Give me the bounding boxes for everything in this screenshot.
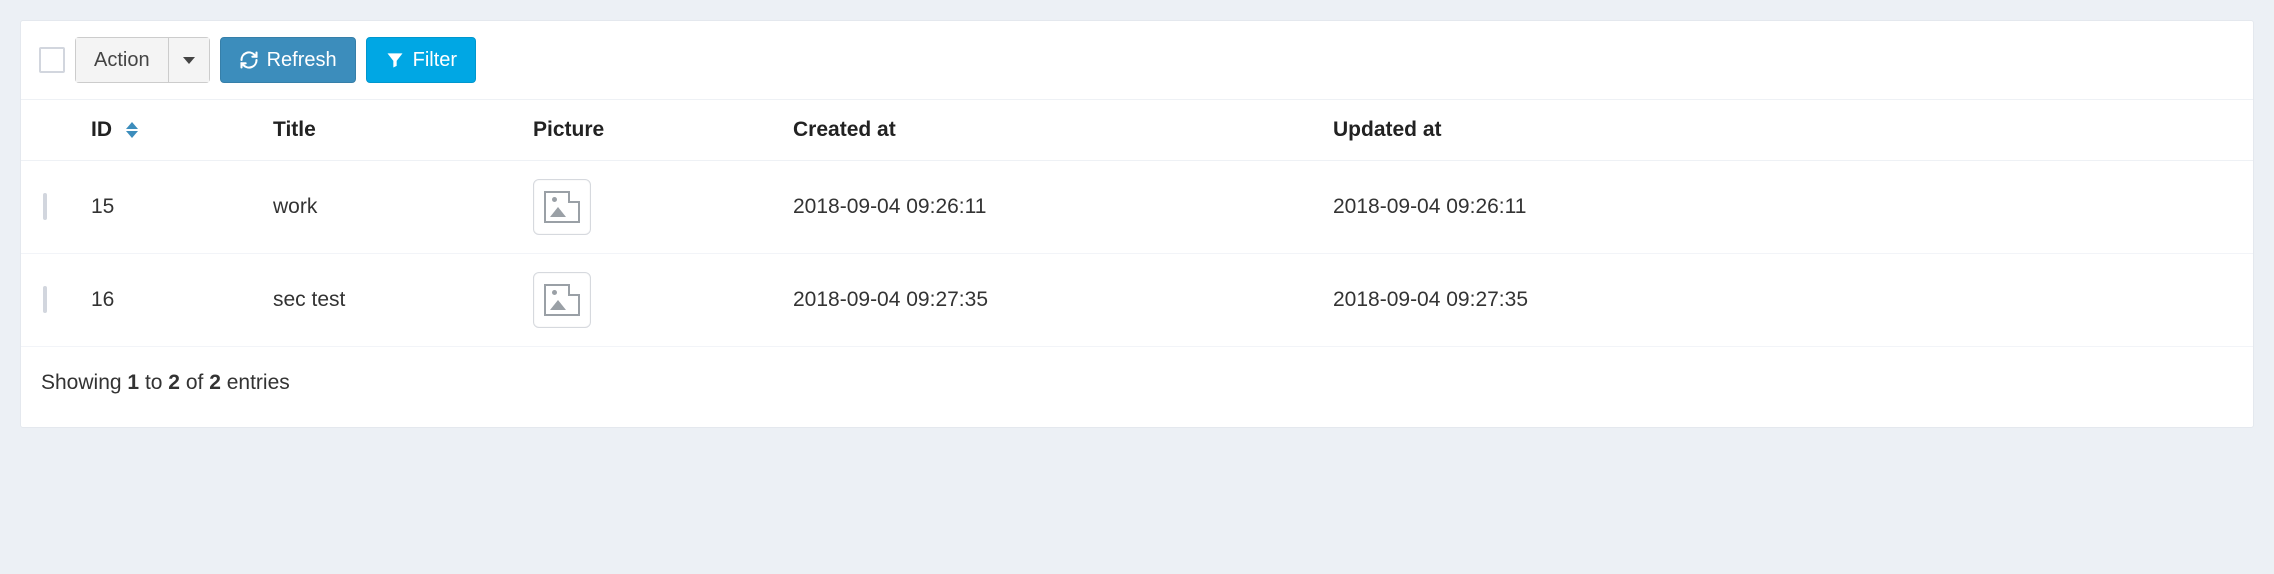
cell-created-at: 2018-09-04 09:26:11 — [781, 161, 1321, 254]
image-placeholder-icon — [544, 284, 580, 316]
funnel-icon — [385, 50, 405, 70]
action-caret-button[interactable] — [169, 37, 210, 83]
picture-thumbnail[interactable] — [533, 272, 591, 328]
refresh-icon — [239, 50, 259, 70]
data-panel: Action Refresh Filter — [20, 20, 2254, 428]
info-to-word: to — [145, 371, 163, 394]
action-label: Action — [94, 50, 150, 70]
cell-updated-at: 2018-09-04 09:27:35 — [1321, 254, 2253, 347]
col-header-id[interactable]: ID — [91, 100, 261, 161]
col-header-picture[interactable]: Picture — [521, 100, 781, 161]
filter-label: Filter — [413, 50, 457, 70]
info-suffix: entries — [227, 371, 290, 394]
cell-id: 15 — [91, 161, 261, 254]
sort-icon — [126, 122, 138, 138]
cell-title: sec test — [261, 254, 521, 347]
select-all-checkbox[interactable] — [39, 47, 65, 73]
col-header-title-label: Title — [273, 118, 316, 141]
col-header-picture-label: Picture — [533, 118, 604, 141]
info-of-word: of — [186, 371, 204, 394]
col-header-created[interactable]: Created at — [781, 100, 1321, 161]
info-total: 2 — [209, 371, 221, 394]
table-header-row: ID Title Picture Created at — [21, 100, 2253, 161]
info-prefix: Showing — [41, 371, 122, 394]
col-header-updated[interactable]: Updated at — [1321, 100, 2253, 161]
cell-picture — [521, 161, 781, 254]
col-header-check — [21, 100, 91, 161]
cell-created-at: 2018-09-04 09:27:35 — [781, 254, 1321, 347]
cell-updated-at: 2018-09-04 09:26:11 — [1321, 161, 2253, 254]
action-dropdown[interactable]: Action — [75, 37, 210, 83]
table-info: Showing 1 to 2 of 2 entries — [21, 347, 2253, 427]
refresh-button[interactable]: Refresh — [220, 37, 356, 83]
picture-thumbnail[interactable] — [533, 179, 591, 235]
table-row: 15 work 2018-09-04 09:26:11 2018-09-04 0… — [21, 161, 2253, 254]
action-button[interactable]: Action — [75, 37, 169, 83]
info-from: 1 — [127, 371, 139, 394]
cell-title: work — [261, 161, 521, 254]
cell-picture — [521, 254, 781, 347]
filter-button[interactable]: Filter — [366, 37, 476, 83]
row-checkbox[interactable] — [43, 286, 47, 313]
col-header-id-label: ID — [91, 118, 112, 141]
col-header-updated-label: Updated at — [1333, 118, 1442, 141]
caret-down-icon — [183, 57, 195, 64]
info-to: 2 — [168, 371, 180, 394]
cell-id: 16 — [91, 254, 261, 347]
col-header-created-label: Created at — [793, 118, 896, 141]
refresh-label: Refresh — [267, 50, 337, 70]
toolbar: Action Refresh Filter — [21, 21, 2253, 100]
col-header-title[interactable]: Title — [261, 100, 521, 161]
table-row: 16 sec test 2018-09-04 09:27:35 2018-09-… — [21, 254, 2253, 347]
image-placeholder-icon — [544, 191, 580, 223]
data-table: ID Title Picture Created at — [21, 100, 2253, 347]
row-checkbox[interactable] — [43, 193, 47, 220]
